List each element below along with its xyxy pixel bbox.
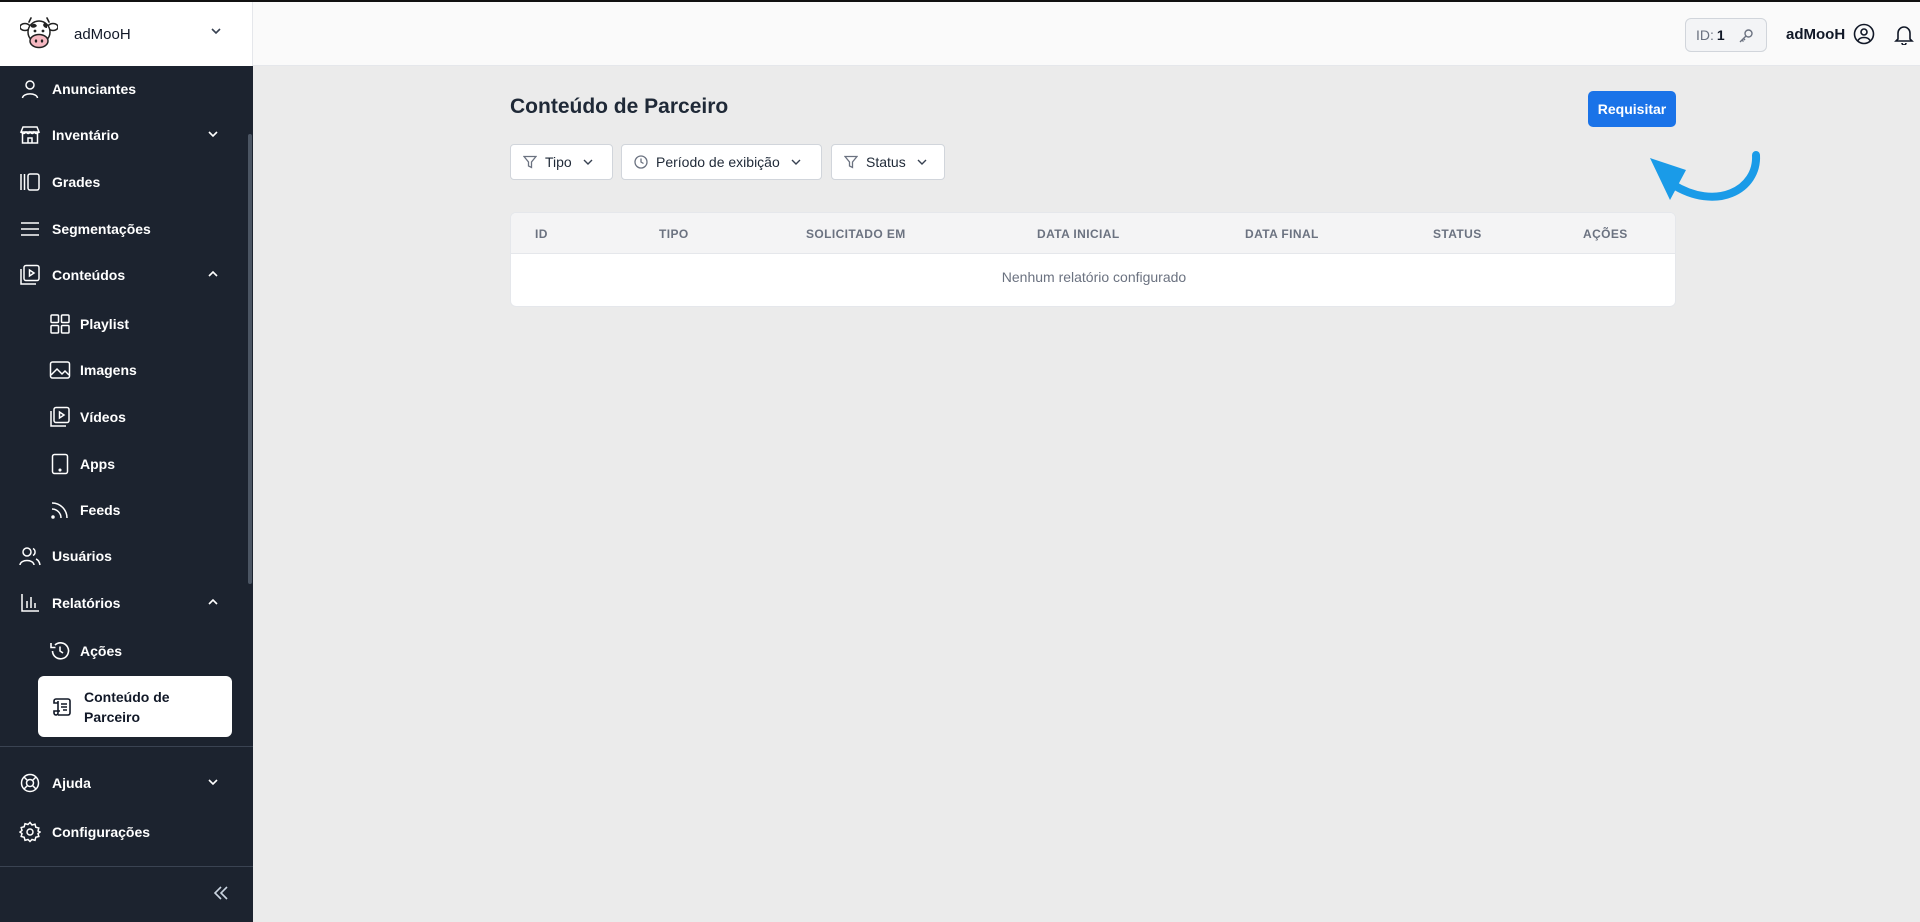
window-top-border [0,0,1920,2]
image-icon [48,358,72,382]
filter-label: Tipo [545,154,572,170]
column-header-id: ID [535,227,548,241]
user-name[interactable]: adMooH [1786,26,1845,43]
lifebuoy-icon [18,771,42,795]
sidebar-item-label: Imagens [80,362,137,378]
key-icon [1738,28,1754,47]
column-header-data-inicial: DATA INICIAL [1037,227,1120,241]
sidebar: adMooH Anunciantes Inventário Grades Seg… [0,0,253,922]
empty-state-message: Nenhum relatório configurado [1001,269,1187,285]
menu-lines-icon [18,217,42,241]
chevron-down-icon [790,156,802,168]
filter-label: Período de exibição [656,154,780,170]
bell-icon[interactable] [1893,23,1915,50]
sidebar-item-label: Conteúdo de Parceiro [84,688,170,725]
sidebar-item-label: Relatórios [52,595,121,611]
sidebar-item-configuracoes[interactable]: Configurações [0,812,253,852]
filter-status[interactable]: Status [831,144,945,180]
sidebar-item-label: Grades [52,174,101,190]
users-icon [18,544,42,568]
store-icon [18,123,42,147]
sidebar-item-label: Playlist [80,316,130,332]
video-icon [48,405,72,429]
sidebar-item-label: Segmentações [52,221,151,237]
curved-arrow-annotation-icon [1646,150,1762,221]
account-id-box[interactable]: ID: 1 [1685,18,1767,52]
tablet-icon [48,452,72,476]
sidebar-item-label: Vídeos [80,409,126,425]
brand-name: adMooH [74,25,131,43]
sidebar-item-ajuda[interactable]: Ajuda [0,763,253,803]
sidebar-item-label: Conteúdos [52,267,126,283]
request-button[interactable]: Requisitar [1588,91,1676,127]
table-header: ID TIPO SOLICITADO EM DATA INICIAL DATA … [511,213,1675,254]
bar-chart-icon [18,591,42,615]
sidebar-item-label: Feeds [80,502,121,518]
chevron-down-icon [207,127,219,143]
column-header-data-final: DATA FINAL [1245,227,1319,241]
page-title: Conteúdo de Parceiro [510,95,729,118]
sidebar-item-conteudos[interactable]: Conteúdos [0,255,253,295]
grid-icon [48,312,72,336]
chevron-down-icon [210,24,222,42]
sidebar-item-label: Ajuda [52,775,91,791]
sidebar-item-inventario[interactable]: Inventário [0,115,253,155]
brand-switcher[interactable]: adMooH [0,2,253,66]
sidebar-item-segmentacoes[interactable]: Segmentações [0,209,253,249]
column-header-tipo: TIPO [659,227,689,241]
chevron-down-icon [207,775,219,791]
column-header-acoes: AÇÕES [1583,227,1628,241]
sidebar-item-label: Ações [80,643,123,659]
sidebar-item-anunciantes[interactable]: Anunciantes [0,69,253,109]
media-library-icon [18,263,42,287]
sidebar-item-feeds[interactable]: Feeds [0,490,253,530]
history-icon [48,639,72,663]
sidebar-item-conteudo-de-parceiro[interactable]: Conteúdo de Parceiro [38,676,232,737]
sidebar-item-playlist[interactable]: Playlist [0,304,253,344]
sidebar-item-label: Apps [80,456,115,472]
user-circle-icon[interactable] [1853,23,1875,50]
reports-table: ID TIPO SOLICITADO EM DATA INICIAL DATA … [510,212,1676,307]
top-header: ID: 1 adMooH [253,2,1920,66]
filter-tipo[interactable]: Tipo [510,144,613,180]
collapse-sidebar-icon[interactable] [212,884,230,907]
sidebar-item-imagens[interactable]: Imagens [0,350,253,390]
cow-logo-icon [20,15,58,53]
sidebar-item-label: Inventário [52,127,119,143]
chevron-up-icon [207,595,219,611]
filter-periodo-exibicao[interactable]: Período de exibição [621,144,822,180]
sidebar-scrollbar[interactable] [248,134,252,584]
sidebar-item-videos[interactable]: Vídeos [0,397,253,437]
sidebar-item-grades[interactable]: Grades [0,162,253,202]
id-label: ID: [1696,27,1714,43]
clock-icon [634,155,648,169]
sidebar-item-acoes[interactable]: Ações [0,631,253,671]
chevron-down-icon [916,156,928,168]
sidebar-item-label: Anunciantes [52,81,137,97]
id-value: 1 [1716,27,1725,43]
filter-icon [523,155,537,169]
columns-icon [18,170,42,194]
column-header-solicitado-em: SOLICITADO EM [806,227,906,241]
sidebar-item-relatorios[interactable]: Relatórios [0,583,253,623]
filter-label: Status [866,154,906,170]
gear-icon [18,820,42,844]
column-header-status: STATUS [1433,227,1482,241]
scroll-document-icon [50,695,74,719]
sidebar-divider [0,746,253,747]
chevron-down-icon [582,156,594,168]
chevron-up-icon [207,267,219,283]
sidebar-item-label: Usuários [52,548,112,564]
sidebar-item-usuarios[interactable]: Usuários [0,536,253,576]
user-icon [18,77,42,101]
sidebar-divider [0,866,253,867]
filter-icon [844,155,858,169]
sidebar-item-label: Configurações [52,824,151,840]
sidebar-item-apps[interactable]: Apps [0,444,253,484]
rss-icon [48,498,72,522]
